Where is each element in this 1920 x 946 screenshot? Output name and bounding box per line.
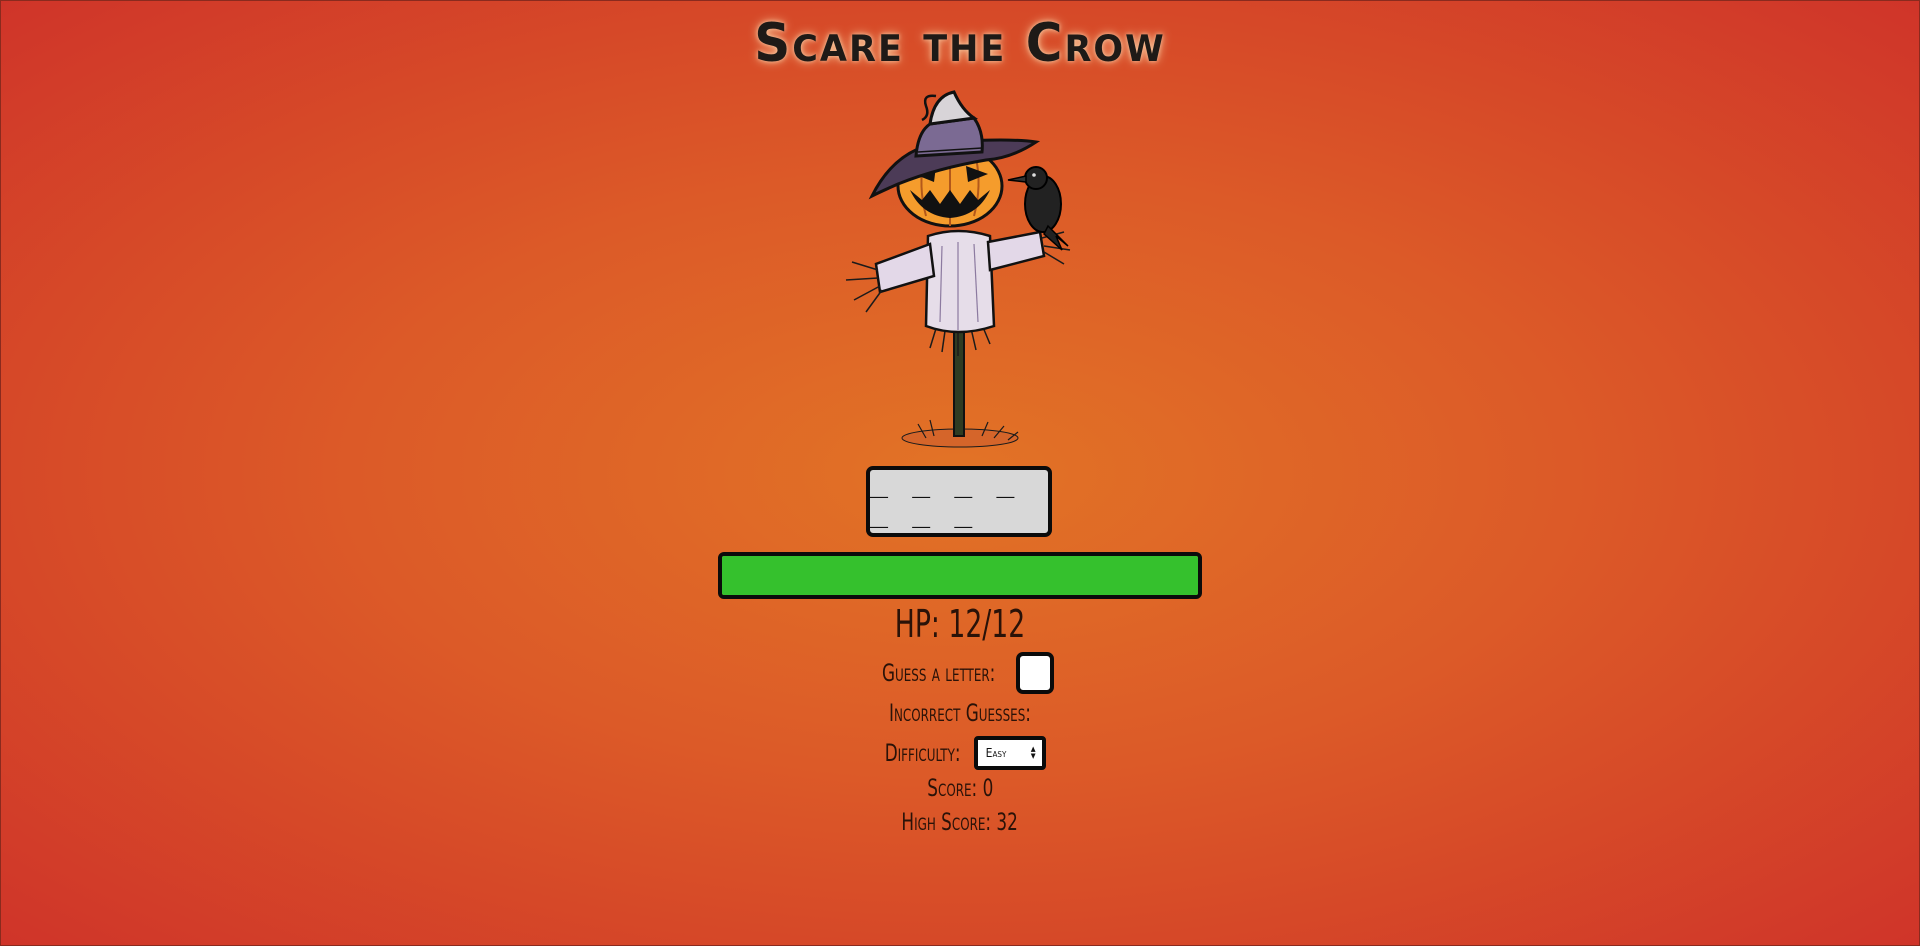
incorrect-guesses-label: Incorrect Guesses:	[889, 699, 1031, 727]
incorrect-guesses-row: Incorrect Guesses:	[0, 699, 1920, 727]
word-display-box: _ _ _ _ _ _ _	[866, 466, 1052, 537]
score-row: Score: 0	[0, 774, 1920, 802]
scarecrow-illustration	[845, 90, 1071, 448]
hp-bar-fill	[722, 556, 1198, 595]
up-down-arrows-icon: ▲ ▼	[1030, 745, 1036, 760]
guess-label: Guess a letter:	[882, 659, 996, 687]
difficulty-selected-value: Easy	[985, 746, 1007, 760]
word-blanks: _ _ _ _ _ _ _	[870, 464, 1018, 529]
guess-row: Guess a letter:	[0, 652, 1920, 694]
guess-letter-input[interactable]	[1015, 652, 1054, 694]
high-score-row: High Score: 32	[0, 808, 1920, 836]
game-title: Scare the Crow	[754, 12, 1166, 74]
high-score-text: High Score: 32	[901, 808, 1019, 836]
difficulty-label: Difficulty:	[885, 739, 961, 767]
hp-text: HP: 12/12	[894, 602, 1026, 646]
score-text: Score: 0	[927, 774, 993, 802]
hp-bar	[718, 552, 1202, 599]
difficulty-select[interactable]: Easy ▲ ▼	[973, 736, 1046, 770]
difficulty-row: Difficulty: Easy ▲ ▼	[0, 736, 1920, 770]
